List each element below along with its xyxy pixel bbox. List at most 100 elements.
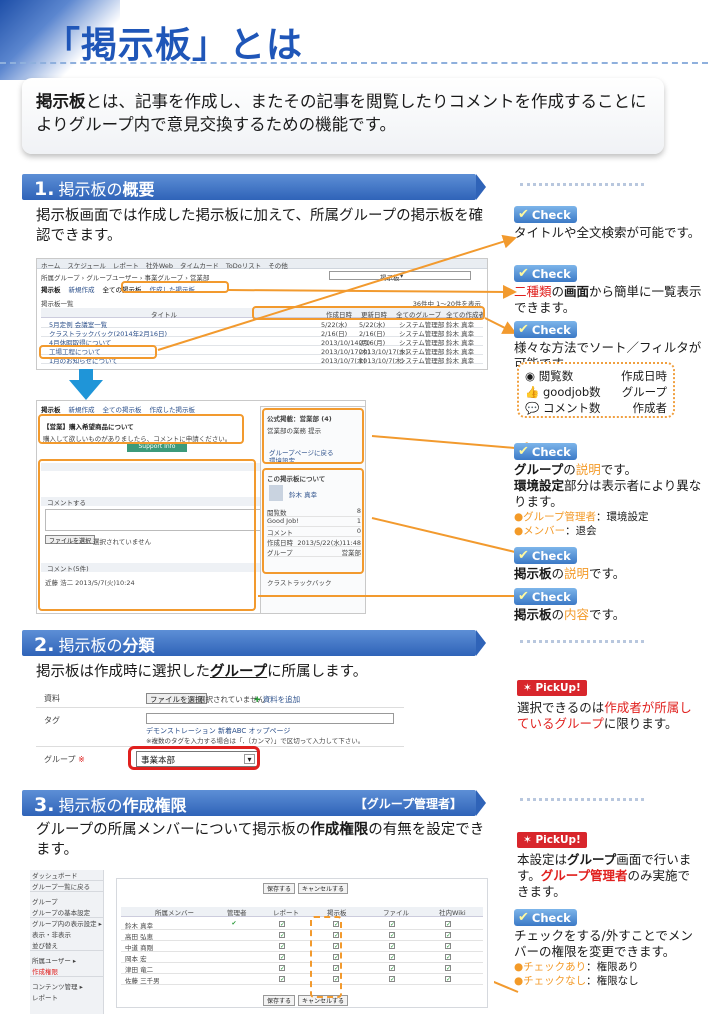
arrow-to-check-3 [484,317,517,334]
permission-checkbox[interactable]: ✓ [389,932,395,939]
permission-checkbox[interactable]: ✓ [279,976,285,983]
detail-sidebar-screenshot: 公式掲載：営業部 (4) 営業部の業務 提示 グループページに戻る 環境設定 こ… [260,406,366,614]
permission-checkbox[interactable]: ✓ [279,932,285,939]
nav-report[interactable]: レポート [113,260,139,270]
permission-checkbox[interactable]: ✓ [389,954,395,961]
permission-checkbox[interactable]: ✓ [445,954,451,961]
permission-checkbox[interactable]: ✓ [389,965,395,972]
permission-checkbox[interactable]: ✓ [445,976,451,983]
save-button[interactable]: 保存する [263,883,296,894]
eye-icon: ◉ [525,369,536,383]
member-name: 津田 竜二 [125,966,154,974]
check-icon: ✔ [518,207,529,222]
sidebar-item-order[interactable]: 並び替え [30,940,103,951]
arrow-down-icon [69,380,103,400]
board-filter-select[interactable]: 掲示板 ▾ [329,271,471,282]
sidebar-item-report[interactable]: レポート [30,992,103,1003]
section-2-header-tail [476,630,486,656]
permission-checkbox[interactable]: ✓ [389,976,395,983]
permission-checkbox[interactable] [231,954,237,960]
permission-checkbox[interactable]: ✓ [445,921,451,928]
permission-checkbox[interactable]: ✓ [445,943,451,950]
permission-checkbox[interactable] [231,943,237,949]
pickup-badge: ✶ PickUp! [517,680,587,696]
check-4: ✔ Check グループの説明です。 環境設定部分は表示者により異なります。 ●グル… [514,443,702,537]
highlight-tabs [121,281,229,293]
sidebar-item-group[interactable]: グループ [30,896,103,907]
member-row: 佐藤 三千男 ✓ ✓ ✓ ✓ [121,974,483,985]
title-divider [0,62,708,64]
permission-checkbox[interactable]: ✓ [445,932,451,939]
thumb-icon: 👍 [525,385,540,399]
check-badge: ✔ Check [514,321,577,338]
permission-checkbox[interactable] [231,932,237,938]
highlight-board-content [38,414,244,444]
tab-new[interactable]: 新規作成 [69,284,95,294]
sidebar-item-dashboard[interactable]: ダッシュボード [30,870,103,881]
nav-web[interactable]: 社外Web [146,260,173,270]
permission-checkbox[interactable]: ✓ [389,943,395,950]
section-1-description: 掲示板画面では作成した掲示板に加えて、所属グループの掲示板を確認できます。 [36,208,484,244]
pickup-settings: ✶ PickUp! 本設定はグループ画面で行います。グループ管理者のみ実施できま… [517,832,692,899]
member-row: 岡本 宏 ✓ ✓ ✓ ✓ [121,952,483,963]
nav-timecard[interactable]: タイムカード [180,260,219,270]
board-list-screenshot: ホーム スケジュール レポート 社外Web タイムカード ToDoリスト その他… [36,258,488,370]
nav-schedule[interactable]: スケジュール [67,260,106,270]
table-row[interactable]: クラストラックバック(2014年2月16日) 2/16(日) 2/16(日) システム… [41,328,483,338]
col-title[interactable]: タイトル [151,309,177,319]
save-button[interactable]: 保存する [263,995,296,1006]
member-name: 佐藤 三千男 [125,977,160,985]
permission-checkbox[interactable]: ✓ [279,943,285,950]
tab-all[interactable]: 全ての掲示板 [103,404,142,414]
member-name: 鈴木 真幸 [125,922,154,930]
permission-checkbox[interactable] [231,965,237,971]
sidebar-item-permissions[interactable]: 作成権限 [30,966,103,977]
nav-other[interactable]: その他 [268,260,288,270]
section-1-rule [520,183,644,186]
post-link-button[interactable]: Support Info [127,443,187,452]
section-3-tag: 【グループ管理者】 [354,797,462,811]
check-icon: ✔ [518,910,529,925]
board-page-label: 掲示板 [41,286,61,294]
check-badge: ✔ Check [514,909,577,926]
tab-new[interactable]: 新規作成 [69,404,95,414]
tab-mine[interactable]: 作成した掲示板 [150,404,196,414]
pickup-group: ✶ PickUp! 選択できるのは作成者が所属しているグループに限ります。 [517,680,692,731]
check-badge: ✔ Check [514,547,577,564]
sidebar-item-basic[interactable]: グループの基本設定 [30,907,103,918]
highlight-group-info [262,408,364,464]
board-form-screenshot: 資料 ファイルを選択 選択されていません ✚ 資料を追加 タグ デモンストレーシ… [36,688,404,772]
sidebar-item-members[interactable]: 所属ユーザー ▸ [30,955,103,966]
check-badge: ✔ Check [514,588,577,605]
check-1: ✔ Check タイトルや全文検索が可能です。 [514,206,701,240]
section-1-header: 1. 掲示板の概要 [22,174,476,200]
permission-checkbox[interactable]: ✓ [445,965,451,972]
member-row: 鈴木 真幸 ✔ ✓ ✓ ✓ ✓ [121,919,483,930]
permission-checkbox[interactable]: ✓ [279,954,285,961]
table-row[interactable]: 5月定例 会議室一覧 5/22(水) 5/22(水) システム管理部 鈴木 真幸 [41,319,483,329]
sidebar-item-back[interactable]: グループ一覧に戻る [30,881,103,892]
tag-input[interactable] [146,713,394,724]
intro-text: 掲示板とは、記事を作成し、またその記事を閲覧したりコメントを作成することによりグ… [36,92,647,134]
nav-home[interactable]: ホーム [41,260,60,270]
permission-checkbox[interactable]: ✓ [389,921,395,928]
permission-checkbox[interactable]: ✓ [279,921,285,928]
sidebar-item-content[interactable]: コンテンツ管理 ▸ [30,981,103,992]
permission-checkbox[interactable]: ✓ [279,965,285,972]
arrow-to-board-info [371,517,529,562]
nav-todo[interactable]: ToDoリスト [226,260,261,270]
cancel-button[interactable]: キャンセルする [298,883,349,894]
highlight-board-info [262,468,364,574]
section-2-description: 掲示板は作成時に選択したグループに所属します。 [36,664,368,680]
check-badge: ✔ Check [514,265,577,282]
sidebar-item-visibility[interactable]: 表示・非表示 [30,929,103,940]
member-name: 岡本 宏 [125,955,147,963]
add-file-link[interactable]: ✚ 資料を追加 [254,694,300,705]
plus-icon: ✚ [254,695,261,704]
sidebar-item-display[interactable]: グループ内の表示設定 ▸ [30,918,103,929]
check-icon: ✔ [518,548,529,563]
permission-checkbox[interactable] [231,976,237,982]
permission-checkbox[interactable]: ✔ [231,921,237,927]
highlight-search [39,345,157,359]
global-nav: ホーム スケジュール レポート 社外Web タイムカード ToDoリスト その他 [37,259,487,270]
